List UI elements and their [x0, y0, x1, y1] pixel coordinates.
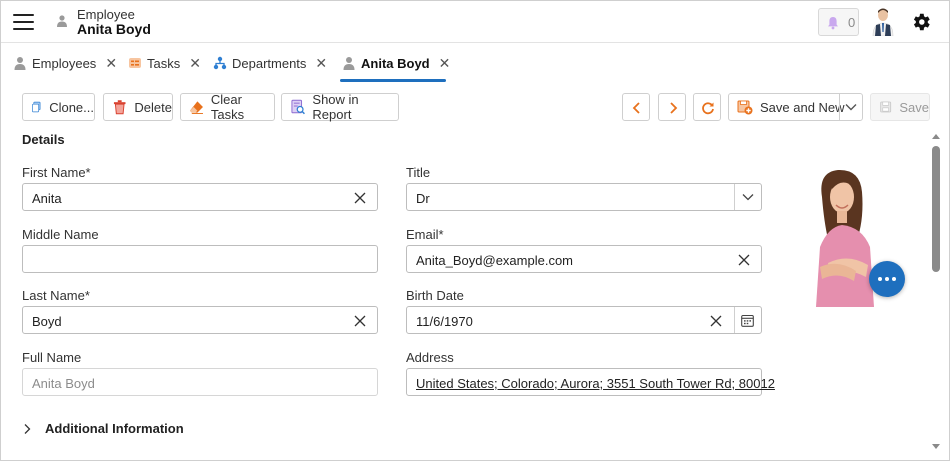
active-tab-indicator: [340, 79, 446, 82]
detail-form: Details First Name* Anita Middle Name La…: [1, 121, 949, 460]
tab-label: Anita Boyd: [361, 55, 430, 71]
clone-button[interactable]: Clone...: [22, 93, 95, 121]
notification-count: 0: [848, 15, 856, 30]
bell-icon: [828, 17, 838, 30]
vertical-scrollbar[interactable]: [930, 129, 942, 457]
settings-gear-icon[interactable]: [910, 11, 932, 33]
last-name-label: Last Name*: [22, 288, 90, 303]
clone-label: Clone...: [49, 99, 94, 115]
scroll-down-icon[interactable]: [931, 443, 941, 451]
title-value: Dr: [416, 191, 430, 206]
save-label: Save: [899, 99, 929, 115]
tab-employees[interactable]: Employees ✕: [13, 44, 117, 82]
delete-label: Delete: [134, 99, 172, 115]
clear-icon[interactable]: [738, 254, 750, 266]
clear-icon[interactable]: [710, 315, 722, 327]
save-button[interactable]: Save: [870, 93, 930, 121]
show-in-report-label: Show in Report: [312, 92, 359, 122]
tab-close-icon[interactable]: ✕: [189, 56, 201, 70]
first-name-field[interactable]: Anita: [22, 183, 378, 211]
date-separator: [734, 307, 735, 333]
scrollbar-thumb[interactable]: [932, 146, 940, 272]
save-icon: [880, 101, 892, 113]
more-actions-button[interactable]: [869, 261, 905, 297]
user-avatar[interactable]: [872, 8, 894, 36]
email-label: Email*: [406, 227, 444, 242]
notifications-button[interactable]: 0: [818, 8, 859, 36]
first-name-label: First Name*: [22, 165, 91, 180]
middle-name-field[interactable]: [22, 245, 378, 273]
departments-icon: [213, 56, 227, 70]
clear-tasks-button[interactable]: Clear Tasks: [180, 92, 275, 122]
tab-label: Departments: [232, 55, 307, 71]
additional-information-toggle[interactable]: Additional Information: [22, 421, 184, 436]
chevron-right-icon: [24, 423, 31, 434]
record-type-label: Employee: [77, 7, 135, 22]
tab-close-icon[interactable]: ✕: [315, 56, 327, 70]
trash-icon: [113, 100, 126, 115]
title-label: Title: [406, 165, 431, 180]
save-and-new-button[interactable]: Save and New: [728, 93, 863, 121]
next-record-button[interactable]: [658, 93, 686, 121]
app-header: Employee Anita Boyd 0: [1, 1, 949, 43]
tab-close-icon[interactable]: ✕: [105, 56, 117, 70]
full-name-value: Anita Boyd: [32, 376, 95, 391]
chevron-left-icon: [632, 102, 640, 114]
first-name-value: Anita: [32, 191, 62, 206]
birth-date-label: Birth Date: [406, 288, 464, 303]
section-title: Details: [22, 132, 65, 147]
clear-icon[interactable]: [354, 315, 366, 327]
previous-record-button[interactable]: [622, 93, 650, 121]
dropdown-separator: [734, 184, 735, 210]
clear-icon[interactable]: [354, 192, 366, 204]
save-and-new-icon: [737, 100, 753, 115]
clone-icon: [32, 101, 41, 113]
additional-information-label: Additional Information: [45, 421, 184, 436]
last-name-field[interactable]: Boyd: [22, 306, 378, 334]
tab-anita-boyd[interactable]: Anita Boyd ✕: [342, 44, 450, 82]
app-window: Employee Anita Boyd 0 Employees ✕ Tasks …: [0, 0, 950, 461]
document-tabs: Employees ✕ Tasks ✕ Departments ✕ Anita …: [1, 44, 949, 82]
tab-close-icon[interactable]: ✕: [439, 56, 451, 70]
scroll-up-icon[interactable]: [931, 132, 941, 140]
chevron-down-icon[interactable]: [845, 103, 857, 111]
delete-button[interactable]: Delete: [103, 93, 173, 121]
menu-icon[interactable]: [13, 13, 34, 30]
middle-name-label: Middle Name: [22, 227, 99, 242]
birth-date-field[interactable]: 11/6/1970: [406, 306, 762, 334]
show-in-report-button[interactable]: Show in Report: [281, 92, 399, 122]
birth-date-value: 11/6/1970: [416, 314, 473, 329]
tab-departments[interactable]: Departments ✕: [213, 44, 327, 82]
refresh-icon: [702, 102, 714, 115]
clear-tasks-label: Clear Tasks: [210, 92, 245, 122]
person-icon: [343, 57, 355, 70]
tab-tasks[interactable]: Tasks ✕: [128, 44, 201, 82]
full-name-field: Anita Boyd: [22, 368, 378, 396]
person-icon: [14, 57, 26, 70]
eraser-icon: [189, 101, 203, 114]
chevron-right-icon: [670, 102, 678, 114]
email-value: Anita_Boyd@example.com: [416, 253, 573, 268]
address-link[interactable]: United States; Colorado; Aurora; 3551 So…: [416, 376, 775, 391]
address-field[interactable]: United States; Colorado; Aurora; 3551 So…: [406, 368, 775, 396]
person-icon: [57, 15, 67, 27]
tasks-icon: [129, 58, 141, 68]
save-and-new-label: Save and New: [760, 99, 845, 115]
refresh-button[interactable]: [693, 93, 721, 121]
tab-label: Tasks: [147, 55, 181, 71]
chevron-down-icon[interactable]: [742, 193, 754, 201]
last-name-value: Boyd: [32, 314, 62, 329]
full-name-label: Full Name: [22, 350, 82, 365]
calendar-icon[interactable]: [741, 314, 754, 327]
tab-label: Employees: [32, 55, 97, 71]
title-dropdown[interactable]: Dr: [406, 183, 762, 211]
page-title: Anita Boyd: [77, 21, 151, 37]
email-field[interactable]: Anita_Boyd@example.com: [406, 245, 762, 273]
split-separator: [839, 94, 840, 120]
address-label: Address: [406, 350, 454, 365]
report-icon: [291, 99, 305, 115]
